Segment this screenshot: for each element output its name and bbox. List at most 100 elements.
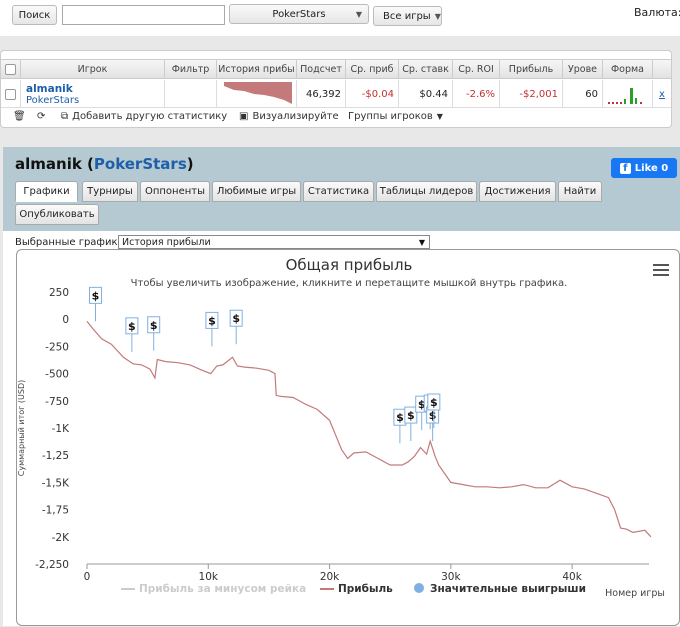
big-win-marker-label: $: [429, 409, 437, 422]
header-profit-history[interactable]: История прибы: [217, 60, 297, 78]
player-name-link[interactable]: almanik: [26, 83, 73, 95]
form-sparkline: [603, 80, 653, 108]
x-tick-label: 30k: [441, 571, 461, 583]
add-stats-button[interactable]: ⧉ Добавить другую статистику: [61, 111, 227, 122]
big-win-marker-label: $: [430, 396, 438, 409]
y-tick-label: -2,250: [35, 559, 69, 571]
header-form[interactable]: Форма: [603, 60, 653, 78]
header-select-all[interactable]: [1, 60, 21, 78]
graph-select[interactable]: История прибыли ▼: [118, 235, 430, 249]
player-groups-label: Группы игроков: [348, 111, 433, 122]
profit-chart[interactable]: Общая прибыль Чтобы увеличить изображени…: [16, 249, 680, 626]
count-cell: 46,392: [297, 80, 346, 108]
form-spark-svg: [607, 88, 642, 104]
y-tick-label: -1,25: [42, 450, 69, 462]
tab-tournaments[interactable]: Турниры: [82, 181, 138, 202]
remove-row-link[interactable]: x: [653, 80, 671, 108]
big-win-marker-label: $: [407, 409, 415, 422]
y-tick-label: 250: [49, 287, 69, 299]
refresh-icon[interactable]: ⟳: [37, 111, 45, 122]
visualize-label: Визуализируйте: [252, 111, 339, 122]
facebook-like-button[interactable]: f Like 0: [611, 158, 677, 178]
profile-player-name: almanik: [15, 155, 82, 173]
profile-header: almanik (PokerStars) f Like 0 Графики Ту…: [3, 147, 680, 231]
row-checkbox-cell[interactable]: [1, 80, 21, 108]
currency-label: Валюта:: [634, 6, 680, 19]
facebook-icon: f: [619, 162, 631, 174]
legend-big-wins-label: Значительные выигрыши: [430, 583, 586, 595]
form-bar: [639, 102, 642, 104]
visualize-button[interactable]: ▣ Визуализируйте: [239, 111, 339, 122]
top-search-bar: Поиск PokerStars ▼ Все игры ▼ Валюта:$: [0, 0, 680, 36]
x-tick-label: 40k: [562, 571, 582, 583]
tab-publish[interactable]: Опубликовать: [15, 204, 99, 225]
header-player[interactable]: Игрок: [21, 60, 165, 78]
trash-icon[interactable]: 🗑: [13, 111, 26, 122]
legend-profit-label: Прибыль: [338, 583, 393, 595]
header-level[interactable]: Урове: [563, 60, 603, 78]
profile-site-link[interactable]: PokerStars: [94, 155, 187, 173]
row-checkbox[interactable]: [5, 88, 16, 100]
profit-history-spark-svg: [223, 82, 292, 104]
profit-history-sparkline: [217, 80, 297, 108]
big-win-marker-label: $: [150, 319, 158, 332]
header-avg-stake[interactable]: Ср. ставк: [399, 60, 453, 78]
form-bar: [611, 102, 614, 104]
tab-opponents[interactable]: Оппоненты: [140, 181, 210, 202]
avg-stake-cell: $0.44: [399, 80, 453, 108]
player-profile-panel: almanik (PokerStars) f Like 0 Графики Ту…: [3, 147, 680, 626]
tab-favorite-games[interactable]: Любимые игры: [212, 181, 301, 202]
form-bar: [615, 102, 618, 104]
y-tick-label: -1,5K: [42, 477, 70, 489]
graph-select-label: Выбранные графики:: [15, 237, 128, 248]
player-site-link[interactable]: PokerStars: [26, 95, 79, 106]
big-win-marker-label: $: [128, 320, 136, 333]
player-groups-button[interactable]: Группы игроков ▼: [348, 111, 443, 122]
x-axis-label: Номер игры: [605, 588, 665, 599]
site-select[interactable]: PokerStars ▼: [229, 4, 369, 24]
chevron-down-icon: ▼: [355, 9, 362, 19]
games-filter-button[interactable]: Все игры ▼: [373, 6, 442, 26]
search-input[interactable]: [62, 5, 225, 25]
form-bar: [634, 98, 637, 104]
table-row: almanik PokerStars 46,392 -$0.04 $0.44 -…: [1, 80, 671, 108]
x-tick-label: 10k: [199, 571, 219, 583]
tab-leaderboards[interactable]: Таблицы лидеров: [376, 181, 477, 202]
header-filter[interactable]: Фильтр: [165, 60, 217, 78]
tab-achievements[interactable]: Достижения: [479, 181, 556, 202]
legend-rake-label: Прибыль за минусом рейка: [139, 583, 306, 595]
tab-statistics[interactable]: Статистика: [303, 181, 374, 202]
filter-cell: [165, 80, 217, 108]
x-tick-label: 20k: [320, 571, 340, 583]
legend-big-wins-swatch: [414, 583, 424, 593]
header-avg-profit[interactable]: Ср. приб: [346, 60, 399, 78]
header-remove: [653, 60, 671, 78]
y-axis-label: Суммарный итог (USD): [17, 380, 26, 477]
chart-svg: 250 0 -250 -500 -750 -1K -1,25 -1,5K -1,75 -2K -2,…: [17, 286, 665, 599]
site-select-value: PokerStars: [272, 8, 326, 20]
tab-search[interactable]: Найти: [558, 181, 602, 202]
image-icon: ▣: [239, 111, 249, 122]
header-count[interactable]: Подсчет: [297, 60, 346, 78]
form-bar: [607, 102, 610, 104]
profit-cell: -$2,001: [500, 80, 563, 108]
header-profit[interactable]: Прибыль: [500, 60, 563, 78]
header-avg-roi[interactable]: Ср. ROI: [453, 60, 500, 78]
big-win-marker-label: $: [92, 289, 100, 302]
y-tick-label: -250: [45, 341, 69, 353]
chevron-down-icon: ▼: [434, 11, 441, 21]
big-win-marker-label: $: [232, 312, 240, 325]
select-all-checkbox[interactable]: [5, 63, 16, 75]
y-tick-label: -2K: [52, 532, 70, 544]
tab-charts[interactable]: Графики: [15, 181, 78, 202]
currency-selector[interactable]: Валюта:$: [634, 6, 680, 19]
facebook-like-label: Like 0: [634, 162, 669, 174]
big-win-marker-label: $: [208, 314, 216, 327]
graph-select-value: История прибыли: [122, 236, 211, 248]
player-cell: almanik PokerStars: [21, 80, 165, 108]
stats-table-header: Игрок Фильтр История прибы Подсчет Ср. п…: [1, 59, 671, 79]
y-tick-label: -750: [45, 396, 69, 408]
form-bar: [619, 102, 622, 104]
search-button[interactable]: Поиск: [12, 5, 57, 25]
add-stats-label: Добавить другую статистику: [72, 111, 228, 122]
